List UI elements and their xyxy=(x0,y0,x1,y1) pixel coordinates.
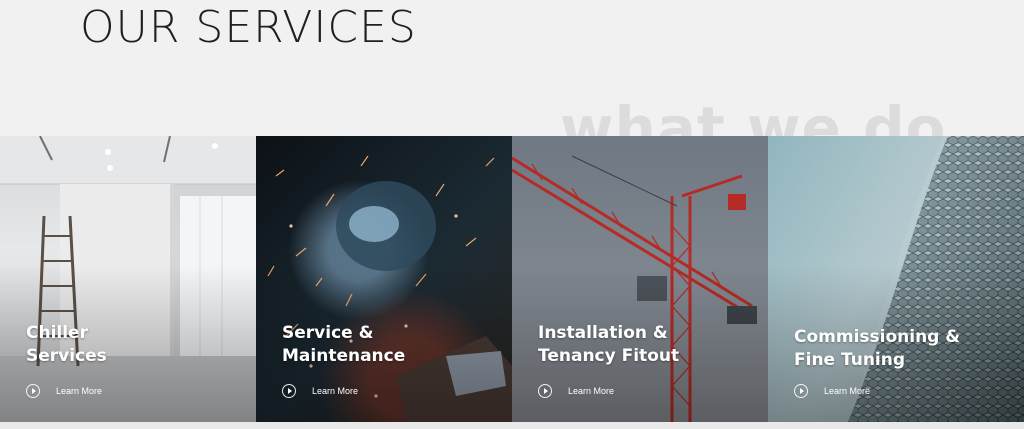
service-card-maintenance[interactable]: Service & Maintenance Learn More xyxy=(256,136,512,422)
learn-more-link[interactable]: Learn More xyxy=(794,384,870,398)
play-circle-icon xyxy=(282,384,296,398)
service-card-installation[interactable]: Installation & Tenancy Fitout Learn More xyxy=(512,136,768,422)
card-title: Service & Maintenance xyxy=(282,323,406,366)
services-section: OUR SERVICES what we do Chiller Services… xyxy=(0,0,1024,429)
services-cards: Chiller Services Learn More Service & Ma… xyxy=(0,136,1024,422)
play-circle-icon xyxy=(794,384,808,398)
service-card-chiller[interactable]: Chiller Services Learn More xyxy=(0,136,256,422)
learn-more-link[interactable]: Learn More xyxy=(538,384,614,398)
card-title: Installation & Tenancy Fitout xyxy=(538,323,680,366)
play-circle-icon xyxy=(26,384,40,398)
play-circle-icon xyxy=(538,384,552,398)
service-card-commissioning[interactable]: Commissioning & Fine Tuning Learn More xyxy=(768,136,1024,422)
section-bottom-divider xyxy=(0,422,1024,429)
section-title: OUR SERVICES xyxy=(80,2,417,53)
learn-more-label: Learn More xyxy=(56,386,103,396)
learn-more-label: Learn More xyxy=(312,386,359,396)
card-title: Chiller Services xyxy=(26,323,107,366)
card-title: Commissioning & Fine Tuning xyxy=(794,327,961,370)
learn-more-label: Learn More xyxy=(568,386,615,396)
learn-more-link[interactable]: Learn More xyxy=(26,384,102,398)
learn-more-link[interactable]: Learn More xyxy=(282,384,358,398)
learn-more-label: Learn More xyxy=(824,386,871,396)
